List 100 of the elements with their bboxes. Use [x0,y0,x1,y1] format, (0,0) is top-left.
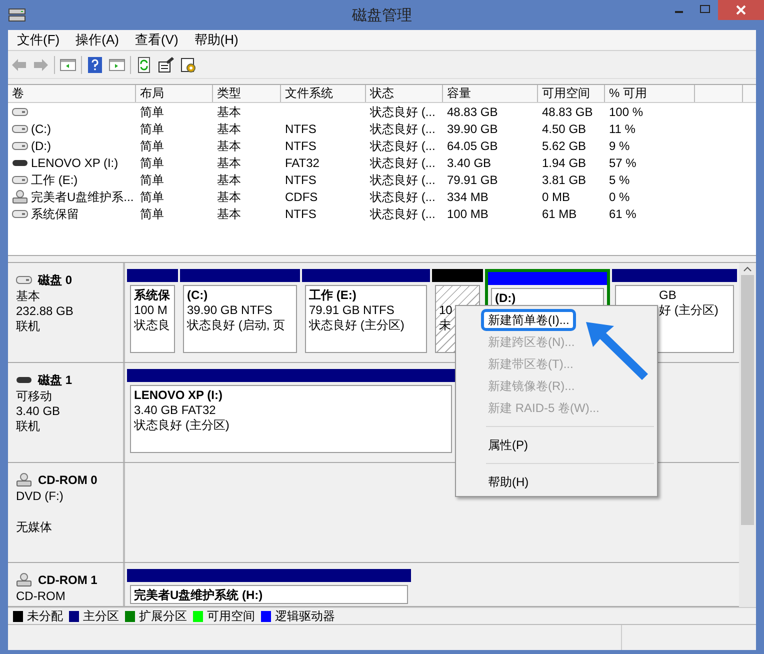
partition-info: GB [659,288,676,303]
disk-info: 联机 [16,319,40,334]
table-cell-text: 基本 [217,206,241,222]
close-button[interactable] [718,0,764,20]
disk-status: 无媒体 [16,519,52,536]
table-cell-text: LENOVO XP (I:) [31,154,118,172]
help-icon[interactable] [86,56,104,74]
table-cell-text: 0 % [609,188,630,206]
table-cell-text: 48.83 GB [447,104,498,120]
legend-label: 可用空间 [207,608,255,625]
table-cell-text: NTFS [285,172,316,188]
disk-info: 232.88 GB [16,304,74,319]
table-cell-text: 简单 [140,104,164,120]
column-header[interactable]: 状态 [366,85,443,102]
legend-label: 扩展分区 [139,608,187,625]
partition-info: 79.91 GB NTFS [309,303,394,318]
column-header[interactable]: 文件系统 [281,85,366,102]
table-cell-text: 基本 [217,104,241,120]
menu-item[interactable]: 文件(F) [17,30,60,50]
partition-info: 状态良好 (主分区) [309,318,404,333]
menu-item[interactable]: 操作(A) [76,30,119,50]
table-cell-text: 61 % [609,206,636,222]
scrollbar[interactable] [739,263,756,607]
drive-icon [12,210,28,218]
partition-info: 未 [439,318,451,333]
table-cell-text: 基本 [217,188,241,206]
disk-label-panel[interactable]: 磁盘 0 基本 232.88 GB 联机 [8,263,125,362]
column-header[interactable]: 类型 [213,85,281,102]
column-header[interactable]: 可用空间 [538,85,605,102]
table-cell-text: 100 MB [447,206,488,222]
disk-management-icon [8,7,26,23]
legend-label: 逻辑驱动器 [275,608,335,625]
table-cell-text: CDFS [285,188,318,206]
table-cell-text: 基本 [217,120,241,138]
disk-info: DVD (F:) [16,489,64,504]
disk-name: CD-ROM 0 [38,472,98,489]
partition-info: 3.40 GB FAT32 [134,403,216,418]
table-cell-text: 0 MB [542,188,570,206]
drive-icon [12,142,28,150]
disk-info: 基本 [16,289,40,304]
partition-info: 10 [439,303,452,318]
drive-icon [12,108,28,116]
table-cell-text: 61 MB [542,206,577,222]
context-menu-item[interactable]: 属性(P) [481,434,535,456]
partition-info: 状态良好 (启动, 页 [187,318,285,333]
table-cell-text: 3.81 GB [542,172,586,188]
table-cell-text: 系统保留 [31,206,79,222]
table-cell-text: NTFS [285,206,316,222]
table-cell-text: 9 % [609,138,630,154]
table-cell-text: 简单 [140,120,164,138]
partition[interactable]: 完美者U盘维护系统 (H:) [127,569,411,607]
column-header[interactable]: 容量 [443,85,538,102]
partition-name: 完美者U盘维护系统 (H:) [134,588,263,603]
table-cell-text: 4.50 GB [542,120,586,138]
drive-icon [12,124,28,132]
table-cell-text: 48.83 GB [542,104,593,120]
disk-info: 可移动 [16,389,52,404]
legend-label: 主分区 [83,608,119,625]
refresh-icon[interactable] [135,56,153,74]
context-menu-item[interactable]: 帮助(H) [481,471,536,493]
column-header[interactable]: 布局 [136,85,213,102]
table-cell-text: NTFS [285,138,316,154]
table-cell-text: 基本 [217,154,241,172]
table-cell-text: 简单 [140,188,164,206]
table-cell-text: (D:) [31,138,51,154]
disk-name: CD-ROM 1 [38,572,98,589]
drive-icon [12,176,28,184]
properties-icon[interactable] [157,56,175,74]
table-cell-text: 状态良好 (... [370,104,436,120]
menu-item[interactable]: 帮助(H) [194,30,238,50]
partition-info: 状态良 [134,318,170,333]
settings-icon[interactable] [179,56,197,74]
cd-drive-icon [12,190,28,204]
partition-info: 39.90 GB NTFS [187,303,272,318]
column-header[interactable]: % 可用 [605,85,695,102]
partition-name: LENOVO XP (I:) [134,388,222,403]
pointer-arrow [584,320,650,382]
close-icon[interactable] [736,5,746,15]
cd-drive-icon [16,573,32,587]
table-cell-text: 334 MB [447,188,488,206]
disk-name: 磁盘 0 [38,272,72,289]
disk-label-panel[interactable]: 磁盘 1 可移动 3.40 GB 联机 [8,363,125,462]
menu-item[interactable]: 查看(V) [134,30,178,50]
table-cell-text: 状态良好 (... [370,188,436,206]
table-cell-text: 基本 [217,138,241,154]
table-cell-text: 简单 [140,206,164,222]
legend-label: 未分配 [27,608,63,625]
disk-info: 3.40 GB [16,404,60,419]
disk-info: CD-ROM [16,589,66,604]
disk-label-panel[interactable]: CD-ROM 0 DVD (F:) 无媒体 [8,463,125,562]
context-menu-item[interactable]: 新建简单卷(I)... [481,309,576,331]
column-header[interactable]: 卷 [8,85,136,102]
cd-drive-icon [16,473,32,487]
table-cell-text: 79.91 GB [447,172,498,188]
partition-name: 系统保 [134,288,170,303]
table-cell-text: 11 % [609,120,636,138]
table-cell-text: 工作 (E:) [31,172,78,188]
table-cell-text: 3.40 GB [447,154,492,172]
drive-icon [16,276,32,284]
scrollbar-thumb[interactable] [741,275,754,525]
